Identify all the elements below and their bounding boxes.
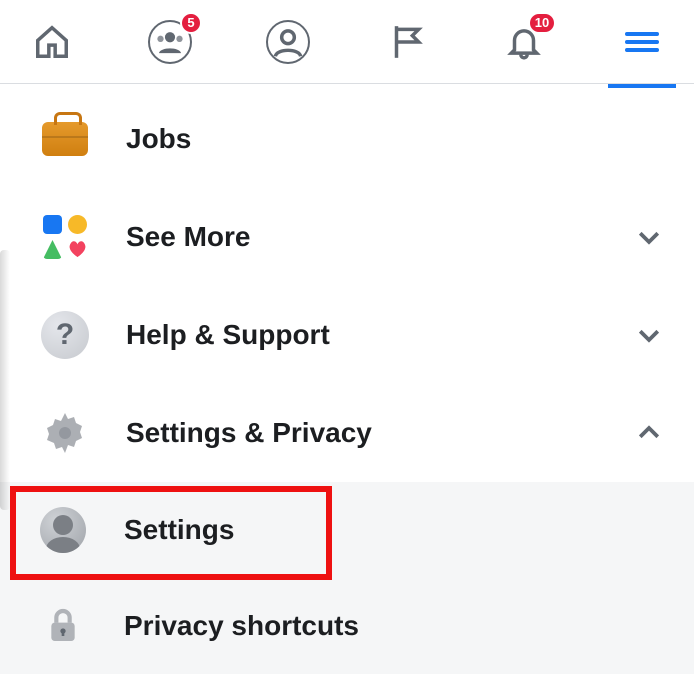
profile-icon <box>266 20 310 64</box>
chevron-down-icon <box>634 320 664 350</box>
menu-list: Jobs See More ? Help & Support Settings … <box>0 84 694 674</box>
notifications-tab[interactable]: 10 <box>500 18 548 66</box>
menu-item-label: Jobs <box>126 123 664 155</box>
gear-icon <box>38 406 92 460</box>
chevron-up-icon <box>634 418 664 448</box>
hamburger-icon <box>625 28 659 56</box>
menu-item-label: See More <box>126 221 634 253</box>
menu-item-help-support[interactable]: ? Help & Support <box>0 286 694 384</box>
settings-privacy-submenu: Settings Privacy shortcuts <box>0 482 694 674</box>
menu-item-label: Help & Support <box>126 319 634 351</box>
menu-item-label: Settings <box>124 514 664 546</box>
submenu-item-privacy-shortcuts[interactable]: Privacy shortcuts <box>0 578 694 674</box>
menu-item-label: Settings & Privacy <box>126 417 634 449</box>
menu-item-label: Privacy shortcuts <box>124 610 664 642</box>
lock-icon <box>36 599 90 653</box>
friends-tab[interactable]: 5 <box>146 18 194 66</box>
active-indicator <box>608 84 676 88</box>
profile-tab[interactable] <box>264 18 312 66</box>
briefcase-icon <box>42 122 88 156</box>
top-nav: 5 10 <box>0 0 694 84</box>
help-icon: ? <box>41 311 89 359</box>
menu-item-settings-privacy[interactable]: Settings & Privacy <box>0 384 694 482</box>
flag-icon <box>387 23 425 61</box>
avatar-icon <box>40 507 86 553</box>
home-icon <box>33 23 71 61</box>
notifications-badge: 10 <box>528 12 556 34</box>
pages-tab[interactable] <box>382 18 430 66</box>
submenu-item-settings[interactable]: Settings <box>0 482 694 578</box>
chevron-down-icon <box>634 222 664 252</box>
menu-tab[interactable] <box>618 18 666 66</box>
menu-item-jobs[interactable]: Jobs <box>0 90 694 188</box>
home-tab[interactable] <box>28 18 76 66</box>
friends-badge: 5 <box>180 12 202 34</box>
apps-icon <box>43 215 87 259</box>
menu-item-see-more[interactable]: See More <box>0 188 694 286</box>
